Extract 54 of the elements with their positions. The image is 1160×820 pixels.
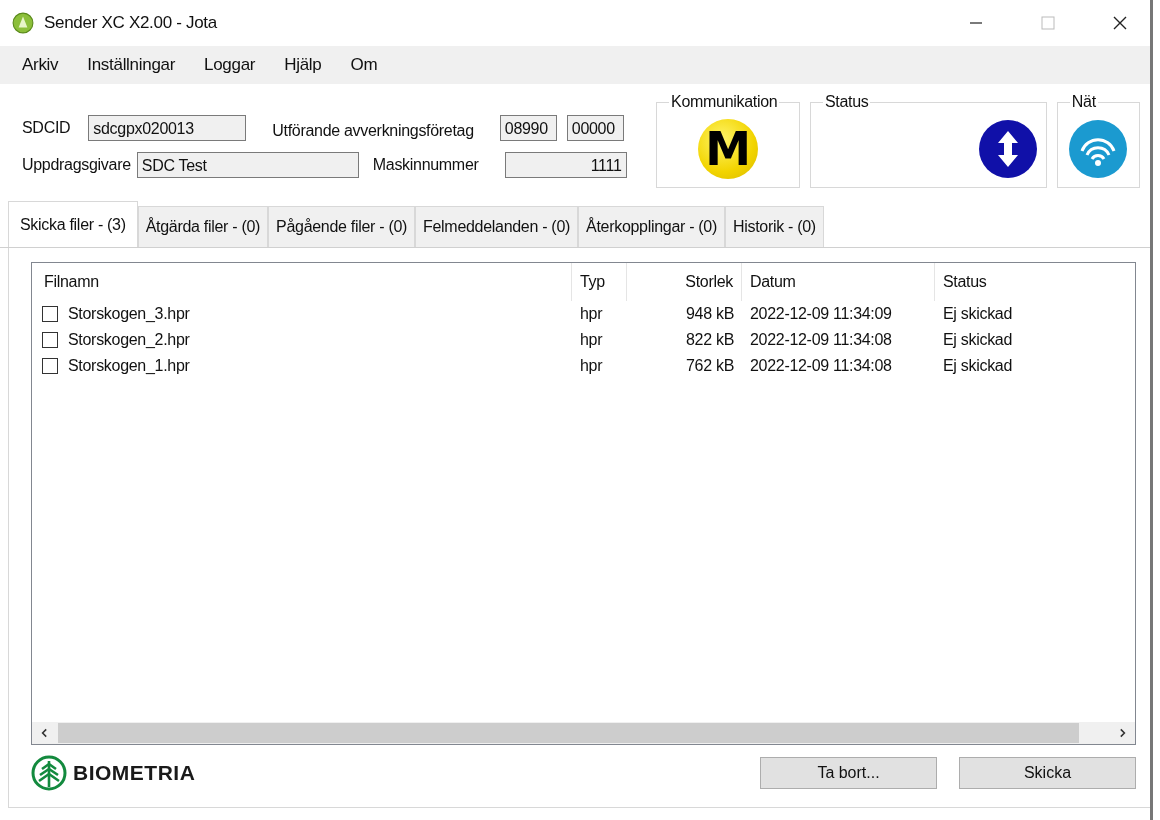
menu-item[interactable]: Hjälp xyxy=(284,55,322,75)
action-button[interactable]: Skicka xyxy=(959,757,1136,789)
column-header[interactable]: Typ xyxy=(572,263,627,301)
machine-number-field[interactable]: 1111 xyxy=(504,152,627,178)
table-cell-text: Ej skickad xyxy=(942,357,1014,375)
tab[interactable]: Felmeddelanden - (0) xyxy=(415,206,579,247)
tab[interactable]: Historik - (0) xyxy=(725,206,824,247)
company-code-field[interactable]: 08990 xyxy=(499,115,557,141)
table-cell-text: hpr xyxy=(579,305,604,323)
tab[interactable]: Skicka filer - (3) xyxy=(8,201,138,247)
field-label: SDCID xyxy=(22,119,71,137)
field-label: Utförande avverkningsföretag xyxy=(272,122,474,140)
checkbox[interactable] xyxy=(42,306,58,322)
table-cell-text: hpr xyxy=(579,331,604,349)
menu-item[interactable]: Arkiv xyxy=(22,55,59,75)
window-title: Sender XC X2.00 - Jota xyxy=(44,13,217,33)
client-field[interactable]: SDC Test xyxy=(136,152,359,178)
column-header[interactable]: Status xyxy=(935,263,1135,301)
table-cell-text: 948 kB xyxy=(685,305,735,323)
field-label: Uppdragsgivare xyxy=(22,156,131,174)
action-button[interactable]: Ta bort... xyxy=(760,757,937,789)
table-cell-text: 2022-12-09 11:34:08 xyxy=(749,357,893,375)
horizontal-scrollbar[interactable] xyxy=(32,722,1135,744)
company-code-field[interactable]: 00000 xyxy=(566,115,624,141)
table-cell-text: Storskogen_1.hpr xyxy=(68,357,191,375)
tree-logo-icon xyxy=(31,755,67,791)
app-logo-icon xyxy=(12,12,34,34)
table-cell-text: Ej skickad xyxy=(942,305,1014,323)
tab[interactable]: Åtgärda filer - (0) xyxy=(137,206,269,247)
brand-name: BIOMETRIA xyxy=(73,761,196,785)
scrollbar-thumb[interactable] xyxy=(58,723,1079,743)
table-cell-text: 2022-12-09 11:34:08 xyxy=(749,331,893,349)
table-cell-text: Ej skickad xyxy=(942,331,1014,349)
menu-item[interactable]: Inställningar xyxy=(87,55,176,75)
tab[interactable]: Återkopplingar - (0) xyxy=(578,206,725,247)
table-cell-text: Storskogen_2.hpr xyxy=(68,331,191,349)
field-label: Maskinnummer xyxy=(372,156,479,174)
table-cell-text: hpr xyxy=(579,357,604,375)
close-icon[interactable] xyxy=(1112,15,1128,31)
signal-icon xyxy=(1068,119,1129,179)
checkbox[interactable] xyxy=(42,358,58,374)
column-header[interactable]: Datum xyxy=(742,263,935,301)
column-header[interactable]: Storlek xyxy=(627,263,742,301)
tab[interactable]: Pågående filer - (0) xyxy=(268,206,416,247)
m-badge-icon: M xyxy=(697,119,758,179)
table-cell-text: 2022-12-09 11:34:09 xyxy=(749,305,893,323)
column-header[interactable]: Filnamn xyxy=(32,263,572,301)
table-cell-text: 762 kB xyxy=(685,357,735,375)
table-cell-text: 822 kB xyxy=(685,331,735,349)
menu-item[interactable]: Loggar xyxy=(204,55,256,75)
checkbox[interactable] xyxy=(42,332,58,348)
menu-item[interactable]: Om xyxy=(350,55,378,75)
sdcid-field[interactable]: sdcgpx020013 xyxy=(88,115,247,141)
table-cell-text: Storskogen_3.hpr xyxy=(68,305,191,323)
